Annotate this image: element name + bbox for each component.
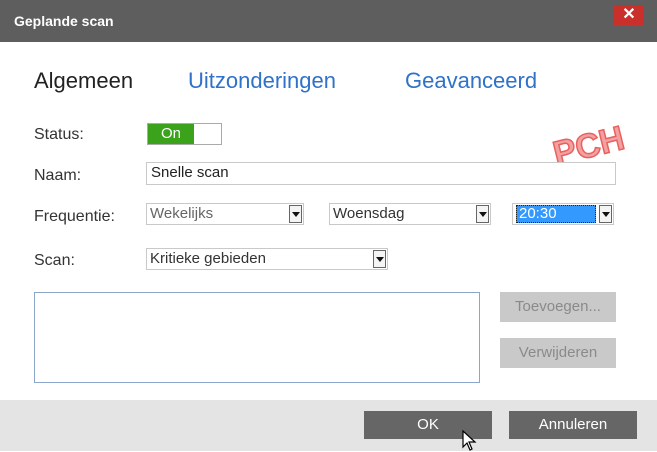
chevron-down-icon[interactable]	[289, 205, 302, 223]
naam-label: Naam:	[34, 167, 82, 184]
tab-geavanceerd[interactable]: Geavanceerd	[405, 68, 537, 94]
naam-input[interactable]: Snelle scan	[146, 162, 616, 185]
svg-text:PCH: PCH	[549, 120, 628, 164]
tab-algemeen[interactable]: Algemeen	[34, 68, 133, 94]
chevron-down-icon[interactable]	[599, 205, 612, 223]
day-select[interactable]: Woensdag	[329, 203, 491, 225]
watermark-logo: PCH	[549, 120, 629, 164]
frequentie-label: Frequentie:	[34, 208, 115, 225]
day-value: Woensdag	[333, 205, 405, 222]
window-title: Geplande scan	[14, 13, 114, 29]
cancel-button[interactable]: Annuleren	[509, 411, 637, 439]
time-value: 20:30	[516, 205, 596, 223]
title-bar: Geplande scan ✕	[0, 0, 657, 42]
remove-button[interactable]: Verwijderen	[500, 338, 616, 368]
scan-select[interactable]: Kritieke gebieden	[146, 248, 388, 270]
scan-value: Kritieke gebieden	[150, 250, 266, 267]
status-toggle-on: On	[148, 124, 194, 144]
frequency-value: Wekelijks	[150, 205, 214, 222]
exceptions-list[interactable]	[34, 292, 480, 383]
status-toggle[interactable]: On	[147, 123, 222, 145]
close-icon[interactable]: ✕	[614, 5, 644, 25]
mouse-pointer-icon	[462, 430, 477, 451]
status-label: Status:	[34, 126, 84, 143]
tab-uitzonderingen[interactable]: Uitzonderingen	[188, 68, 336, 94]
chevron-down-icon[interactable]	[476, 205, 489, 223]
frequency-select[interactable]: Wekelijks	[146, 203, 304, 225]
scan-label: Scan:	[34, 252, 75, 269]
chevron-down-icon[interactable]	[373, 250, 386, 268]
add-button[interactable]: Toevoegen...	[500, 292, 616, 322]
